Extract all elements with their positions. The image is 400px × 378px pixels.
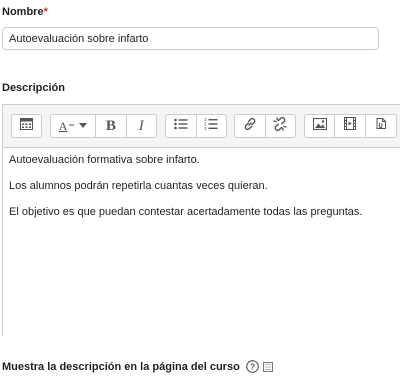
unlink-icon (273, 116, 287, 136)
editor-content[interactable]: Autoevaluación formativa sobre infarto. … (3, 147, 400, 336)
unlink-button[interactable] (266, 115, 296, 137)
toolbar-group-2: A B I (50, 114, 157, 138)
name-input[interactable] (2, 27, 379, 50)
image-button[interactable] (305, 115, 336, 137)
unordered-list-button[interactable] (166, 115, 197, 137)
ordered-list-icon: 1 2 3 (204, 117, 218, 135)
image-icon (312, 117, 327, 135)
file-manager-icon (375, 117, 387, 135)
show-description-label: Muestra la descripción en la página del … (2, 360, 240, 373)
font-style-icon: A (59, 119, 88, 134)
svg-text:3: 3 (204, 126, 207, 130)
description-paragraph: El objetivo es que puedan contestar acer… (9, 206, 363, 218)
description-label: Descripción (2, 82, 65, 94)
font-style-glyph: A (58, 118, 68, 133)
description-paragraph: Los alumnos podrán repetirla cuantas vec… (9, 180, 268, 192)
link-icon (243, 117, 257, 136)
toolbar-group-5 (304, 114, 397, 138)
file-manager-button[interactable] (366, 115, 396, 137)
svg-text:?: ? (250, 362, 255, 372)
toolbar-group-1 (11, 114, 42, 138)
link-button[interactable] (235, 115, 266, 137)
unordered-list-icon (173, 117, 188, 135)
editor-toolbar: A B I 1 2 3 (3, 105, 400, 148)
italic-button[interactable]: I (127, 115, 156, 137)
font-style-button[interactable]: A (51, 115, 97, 137)
name-label-text: Nombre (2, 6, 44, 18)
toggle-toolbar-button[interactable] (12, 115, 41, 137)
toolbar-group-3: 1 2 3 (165, 114, 227, 138)
italic-icon: I (138, 117, 144, 134)
description-paragraph: Autoevaluación formativa sobre infarto. (9, 154, 200, 166)
bold-icon: B (105, 117, 116, 134)
name-label: Nombre* (2, 6, 48, 18)
bold-button[interactable]: B (96, 115, 127, 137)
help-icon[interactable]: ? (245, 360, 259, 373)
required-marker: * (43, 6, 48, 18)
media-icon (344, 117, 357, 135)
show-description-row: Muestra la descripción en la página del … (2, 360, 273, 373)
show-description-checkbox[interactable] (262, 361, 273, 372)
media-button[interactable] (335, 115, 366, 137)
toggle-toolbar-icon (20, 117, 33, 135)
ordered-list-button[interactable]: 1 2 3 (197, 115, 227, 137)
description-editor: A B I 1 2 3 Autoevaluación formativa sob… (2, 104, 400, 336)
toolbar-group-4 (234, 114, 296, 138)
